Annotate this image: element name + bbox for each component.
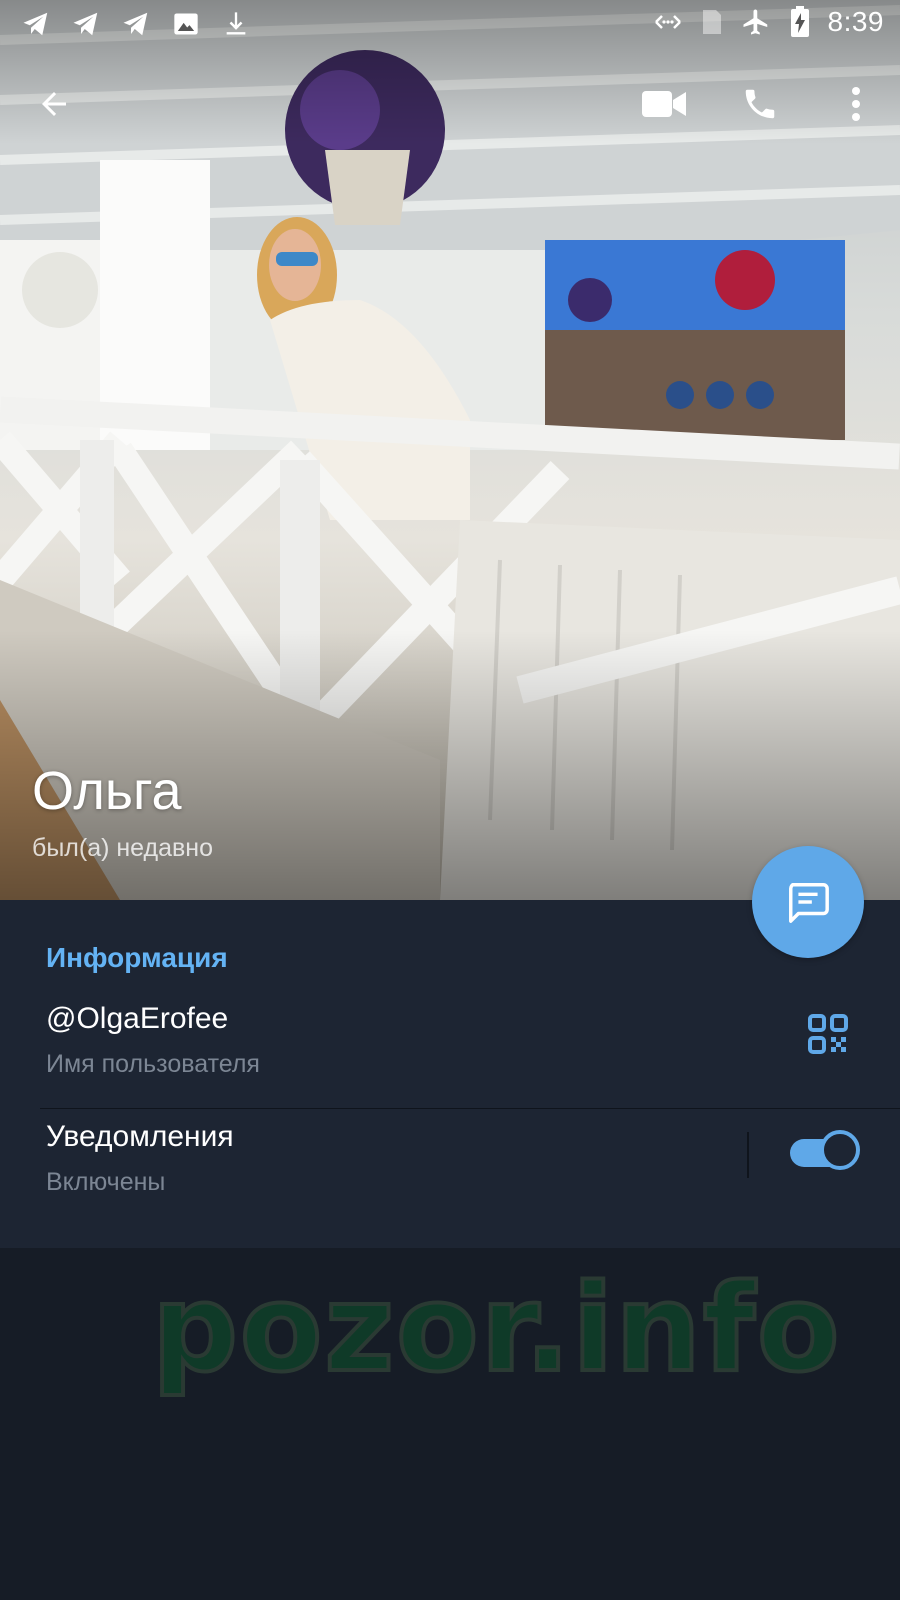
notifications-title: Уведомления [46,1120,234,1153]
battery-charging-icon [784,6,816,38]
more-options-button[interactable] [826,72,886,136]
username-label: Имя пользователя [46,1050,260,1078]
back-button[interactable] [24,72,84,136]
telegram-icon [20,8,52,40]
last-seen-status: был(а) недавно [32,834,214,862]
data-saver-icon [652,6,684,38]
info-section: Информация @OlgaErofee Имя пользователя … [0,900,900,1248]
notifications-row[interactable]: Уведомления Включены [0,1120,900,1248]
divider [40,1108,900,1109]
notifications-toggle[interactable] [790,1130,860,1170]
vertical-separator [747,1132,749,1178]
more-vert-icon [852,87,860,121]
section-title: Информация [46,942,228,973]
username-value: @OlgaErofee [46,1002,229,1035]
status-bar: 8:39 [0,0,900,52]
qr-code-icon [808,1014,848,1054]
toggle-knob [820,1130,860,1170]
video-call-icon [642,91,686,117]
qr-code-button[interactable] [800,1006,856,1062]
telegram-icon [70,8,102,40]
image-icon [170,8,202,40]
notification-icons [20,8,252,40]
profile-photo[interactable]: 8:39 Ольга был(а) недавно [0,0,900,900]
clock: 8:39 [827,6,884,37]
watermark: pozor.info [150,1258,842,1401]
profile-name: Ольга [32,761,182,821]
message-icon [789,883,829,923]
airplane-mode-icon [740,6,772,38]
phone-call-icon [745,89,775,119]
system-icons: 8:39 [652,6,885,38]
phone-call-button[interactable] [730,72,790,136]
download-icon [220,8,252,40]
no-sim-icon [696,6,728,38]
username-row[interactable]: @OlgaErofee Имя пользователя [0,996,900,1110]
send-message-button[interactable] [752,846,864,958]
notifications-state: Включены [46,1168,166,1196]
top-app-bar [0,72,900,136]
telegram-icon [120,8,152,40]
empty-content-area: pozor.info [0,1248,900,1600]
back-arrow-icon [42,92,66,116]
video-call-button[interactable] [634,72,694,136]
